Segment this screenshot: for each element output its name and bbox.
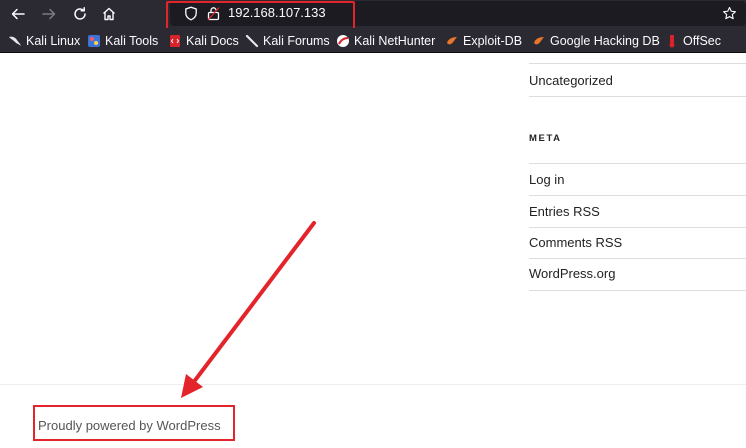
bookmark-label: Kali Tools: [105, 34, 159, 48]
bookmark-label: OffSec: [683, 34, 721, 48]
bookmark-kali-forums[interactable]: Kali Forums: [245, 33, 330, 49]
footer-divider: [0, 384, 746, 385]
divider: [529, 258, 746, 259]
bookmark-kali-nethunter[interactable]: Kali NetHunter: [336, 33, 435, 49]
divider: [529, 195, 746, 196]
reload-button[interactable]: [67, 2, 93, 26]
bookmark-offsec[interactable]: OffSec: [665, 33, 721, 49]
exploit-db-icon: [445, 34, 459, 48]
offsec-icon: [665, 34, 679, 48]
bookmark-star-button[interactable]: [716, 1, 742, 26]
nethunter-icon: [336, 34, 350, 48]
divider: [529, 96, 746, 97]
meta-link-log-in[interactable]: Log in: [529, 172, 564, 188]
kali-docs-icon: [168, 34, 182, 48]
kali-dragon-icon: [8, 34, 22, 48]
meta-link-entries-rss[interactable]: Entries RSS: [529, 204, 600, 220]
bookmark-kali-linux[interactable]: Kali Linux: [8, 33, 80, 49]
bookmark-label: Kali Docs: [186, 34, 239, 48]
back-button[interactable]: [5, 2, 31, 26]
forward-button[interactable]: [36, 2, 62, 26]
home-button[interactable]: [96, 2, 122, 26]
divider: [529, 290, 746, 291]
meta-link-comments-rss[interactable]: Comments RSS: [529, 235, 622, 251]
meta-link-wordpress-org[interactable]: WordPress.org: [529, 266, 615, 282]
bookmark-label: Kali Linux: [26, 34, 81, 48]
bookmark-label: Kali NetHunter: [354, 34, 436, 48]
bookmark-label: Exploit-DB: [463, 34, 523, 48]
home-icon: [103, 7, 115, 21]
ghdb-icon: [532, 34, 546, 48]
forward-arrow-icon: [42, 8, 56, 20]
divider: [529, 163, 746, 164]
bookmark-kali-docs[interactable]: Kali Docs: [168, 33, 239, 49]
kali-tools-icon: [87, 34, 101, 48]
bookmark-google-hacking-db[interactable]: Google Hacking DB: [532, 33, 660, 49]
divider: [529, 227, 746, 228]
bookmarks-toolbar: Kali Linux Kali Tools Kali Docs Kali For…: [0, 28, 746, 53]
star-icon: [722, 6, 736, 20]
browser-toolbar: 192.168.107.133: [0, 0, 746, 28]
reload-icon: [74, 7, 86, 20]
annotation-arrow: [181, 221, 316, 398]
meta-heading: META: [529, 133, 562, 144]
url-highlight-annotation: [166, 1, 355, 30]
bookmark-kali-tools[interactable]: Kali Tools: [87, 33, 158, 49]
bookmark-label: Google Hacking DB: [550, 34, 660, 48]
footer-highlight-annotation: [33, 405, 235, 441]
bookmark-exploit-db[interactable]: Exploit-DB: [445, 33, 522, 49]
back-arrow-icon: [11, 8, 25, 20]
category-link-uncategorized[interactable]: Uncategorized: [529, 73, 613, 89]
bookmark-label: Kali Forums: [263, 34, 330, 48]
divider: [529, 63, 746, 64]
kali-forums-icon: [245, 34, 259, 48]
